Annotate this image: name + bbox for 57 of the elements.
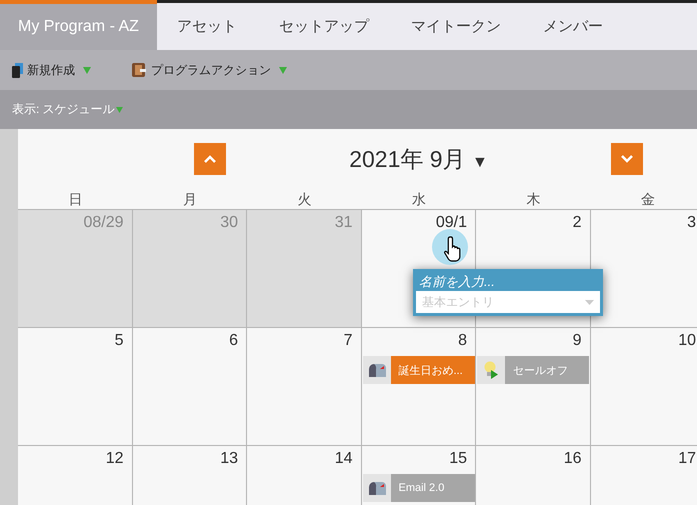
hand-cursor-icon <box>432 229 468 265</box>
dropdown-triangle-icon <box>83 66 91 74</box>
day-cell[interactable]: 12 <box>18 446 132 505</box>
day-number: 12 <box>106 450 124 468</box>
toolbar-button[interactable]: プログラムアクション <box>131 62 287 78</box>
dropdown-triangle-icon <box>585 300 594 304</box>
day-cell[interactable]: 6 <box>132 328 247 445</box>
day-number: 6 <box>229 332 239 350</box>
day-cell[interactable]: 17 <box>590 446 697 505</box>
day-number: 15 <box>449 450 468 468</box>
day-number: 8 <box>458 332 468 350</box>
mailbox-icon <box>368 480 386 496</box>
chevron-down-icon <box>621 155 633 163</box>
next-month-button[interactable] <box>611 143 643 175</box>
day-cell[interactable]: 9 セールオフ <box>476 328 590 445</box>
day-cell[interactable]: 5 <box>18 328 132 445</box>
weekday-label: 木 <box>525 190 542 209</box>
mailbox-icon <box>368 362 386 378</box>
weekday-label: 日 <box>67 190 84 209</box>
binder-icon <box>131 62 147 78</box>
weekday-label: 月 <box>182 190 198 209</box>
day-cell[interactable]: 7 <box>247 328 362 445</box>
lightbulb-play-icon <box>483 361 499 379</box>
nav-tab[interactable]: アセット <box>156 3 259 50</box>
day-cell[interactable]: 14 <box>247 446 362 505</box>
day-number: 13 <box>220 450 239 468</box>
toolbar-button[interactable]: 新規作成 <box>12 62 91 78</box>
weekday-label: 金 <box>640 190 656 209</box>
day-number: 30 <box>220 214 239 232</box>
dropdown-triangle-icon <box>279 66 287 74</box>
month-title[interactable]: 2021年 9月 ▼ <box>226 144 611 174</box>
day-number: 2 <box>572 214 582 232</box>
nav-tab[interactable]: マイトークン <box>390 3 523 50</box>
document-icon <box>12 62 23 78</box>
day-number: 09/1 <box>436 214 468 232</box>
previous-month-button[interactable] <box>194 143 226 175</box>
day-cell[interactable]: 13 <box>132 446 247 505</box>
weekday-label: 水 <box>410 190 427 209</box>
day-number: 16 <box>564 450 582 468</box>
nav-tab[interactable]: セットアップ <box>258 3 391 50</box>
day-number: 7 <box>344 332 354 350</box>
day-number: 14 <box>334 450 354 468</box>
day-number: 9 <box>572 332 582 350</box>
dropdown-triangle-icon <box>116 106 123 112</box>
weekday-label: 火 <box>296 190 312 209</box>
day-number: 17 <box>678 450 697 468</box>
nav-tab[interactable]: メンバー <box>522 3 625 50</box>
day-cell[interactable]: 15 Email 2.0 <box>362 446 476 505</box>
day-number: 10 <box>678 332 697 350</box>
chevron-up-icon <box>204 155 216 163</box>
day-number: 3 <box>687 214 697 232</box>
day-cell[interactable]: 8 誕生日おめ... <box>362 328 476 445</box>
day-number: 31 <box>334 214 354 232</box>
day-number: 08/29 <box>83 214 124 232</box>
day-cell[interactable]: 10 <box>590 328 697 445</box>
day-cell[interactable]: 16 <box>476 446 590 505</box>
day-number: 5 <box>114 332 124 350</box>
